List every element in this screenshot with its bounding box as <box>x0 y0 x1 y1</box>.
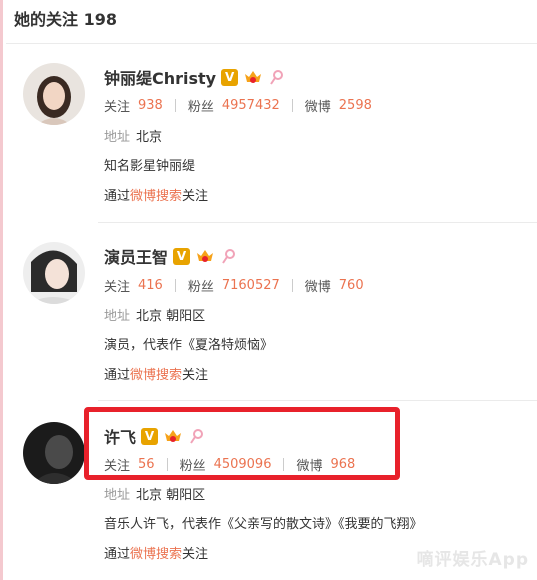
left-accent-bar <box>0 0 3 580</box>
user-description: 知名影星钟丽缇 <box>104 159 196 174</box>
weibo-search-link[interactable]: 微博搜索 <box>130 547 182 562</box>
via-prefix: 通过 <box>104 368 131 383</box>
watermark: 嘀评娱乐App <box>416 550 529 570</box>
address-value: 北京 <box>136 130 163 145</box>
follow-count[interactable]: 416 <box>138 278 163 293</box>
address-label: 地址 <box>104 309 131 324</box>
weibo-search-link[interactable]: 微博搜索 <box>130 368 182 383</box>
follow-count[interactable]: 938 <box>138 98 163 113</box>
row-divider <box>98 400 537 401</box>
weibo-count[interactable]: 760 <box>339 278 364 293</box>
avatar[interactable] <box>23 242 85 304</box>
avatar[interactable] <box>23 422 85 484</box>
address-label: 地址 <box>104 488 131 503</box>
highlight-box <box>84 407 400 480</box>
via-suffix: 关注 <box>182 547 209 562</box>
avatar[interactable] <box>23 63 85 125</box>
fans-label: 粉丝 <box>187 100 214 115</box>
via-prefix: 通过 <box>104 189 131 204</box>
user-description: 音乐人许飞，代表作《父亲写的散文诗》《我要的飞翔》 <box>104 517 423 532</box>
fans-label: 粉丝 <box>187 280 214 295</box>
fans-count[interactable]: 7160527 <box>222 278 280 293</box>
via-suffix: 关注 <box>182 368 209 383</box>
verified-badge-icon: V <box>221 68 239 86</box>
user-name[interactable]: 钟丽缇Christy <box>104 65 216 89</box>
address-value: 北京 朝阳区 <box>136 488 206 503</box>
page-title: 她的关注 198 <box>14 10 117 29</box>
follow-label: 关注 <box>104 280 131 295</box>
stat-separator <box>291 279 293 292</box>
avatar-image <box>23 242 85 304</box>
follow-label: 关注 <box>104 100 131 115</box>
via-prefix: 通过 <box>104 547 131 562</box>
avatar-image <box>23 63 85 125</box>
address-label: 地址 <box>104 130 131 145</box>
weibo-count[interactable]: 2598 <box>339 98 372 113</box>
member-crown-icon <box>197 250 214 262</box>
weibo-label: 微博 <box>304 100 331 115</box>
via-suffix: 关注 <box>182 189 209 204</box>
user-name[interactable]: 演员王智 <box>104 244 168 268</box>
header-divider <box>6 43 537 44</box>
weibo-label: 微博 <box>304 280 331 295</box>
stat-separator <box>174 279 176 292</box>
ribbon-icon <box>222 249 236 264</box>
stat-separator <box>174 99 176 112</box>
row-divider <box>98 222 537 223</box>
stat-separator <box>291 99 293 112</box>
user-description: 演员，代表作《夏洛特烦恼》 <box>104 338 274 353</box>
avatar-image <box>23 422 85 484</box>
fans-count[interactable]: 4957432 <box>222 98 280 113</box>
ribbon-icon <box>270 70 284 85</box>
member-crown-icon <box>245 71 262 83</box>
weibo-search-link[interactable]: 微博搜索 <box>130 189 182 204</box>
address-value: 北京 朝阳区 <box>136 309 206 324</box>
verified-badge-icon: V <box>173 247 191 265</box>
